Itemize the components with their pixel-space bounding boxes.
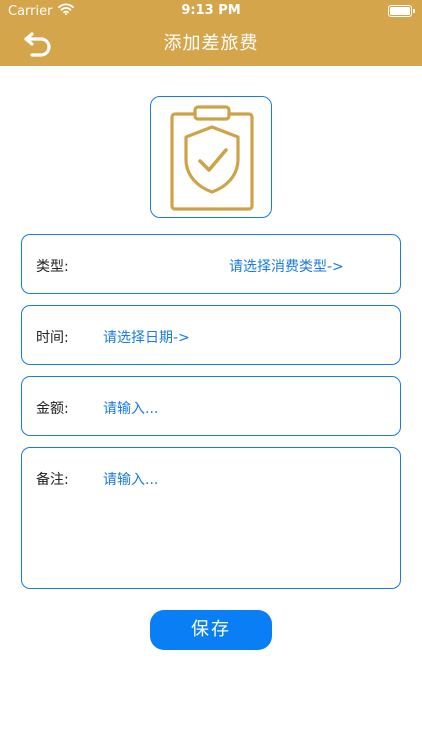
time-label: 时间: (36, 330, 69, 346)
note-label: 备注: (36, 472, 69, 488)
date-select-field[interactable]: 时间: 请选择日期-> (21, 305, 401, 365)
back-arrow-icon (24, 32, 51, 57)
amount-input[interactable]: 请输入... (103, 398, 158, 418)
page-title: 添加差旅费 (163, 33, 259, 54)
header: Carrier 9:13 PM 添加差旅费 (0, 0, 422, 66)
clipboard-shield-check-icon (170, 105, 254, 211)
nav-bar: 添加差旅费 (0, 22, 422, 66)
logo-box (150, 96, 272, 218)
type-select-value[interactable]: 请选择消费类型-> (229, 256, 344, 276)
status-bar: Carrier 9:13 PM (0, 0, 422, 22)
type-select-field[interactable]: 类型: 请选择消费类型-> (21, 234, 401, 294)
status-time: 9:13 PM (181, 3, 241, 18)
date-select-value[interactable]: 请选择日期-> (103, 327, 190, 347)
save-button[interactable]: 保存 (150, 610, 272, 650)
note-textarea[interactable]: 请输入... (103, 469, 158, 489)
battery-level (390, 7, 410, 15)
amount-field[interactable]: 金额: 请输入... (21, 376, 401, 436)
type-label: 类型: (36, 259, 69, 275)
amount-label: 金额: (36, 401, 69, 417)
battery-icon (388, 5, 415, 17)
back-button[interactable] (22, 26, 62, 62)
note-field[interactable]: 备注: 请输入... (21, 447, 401, 589)
